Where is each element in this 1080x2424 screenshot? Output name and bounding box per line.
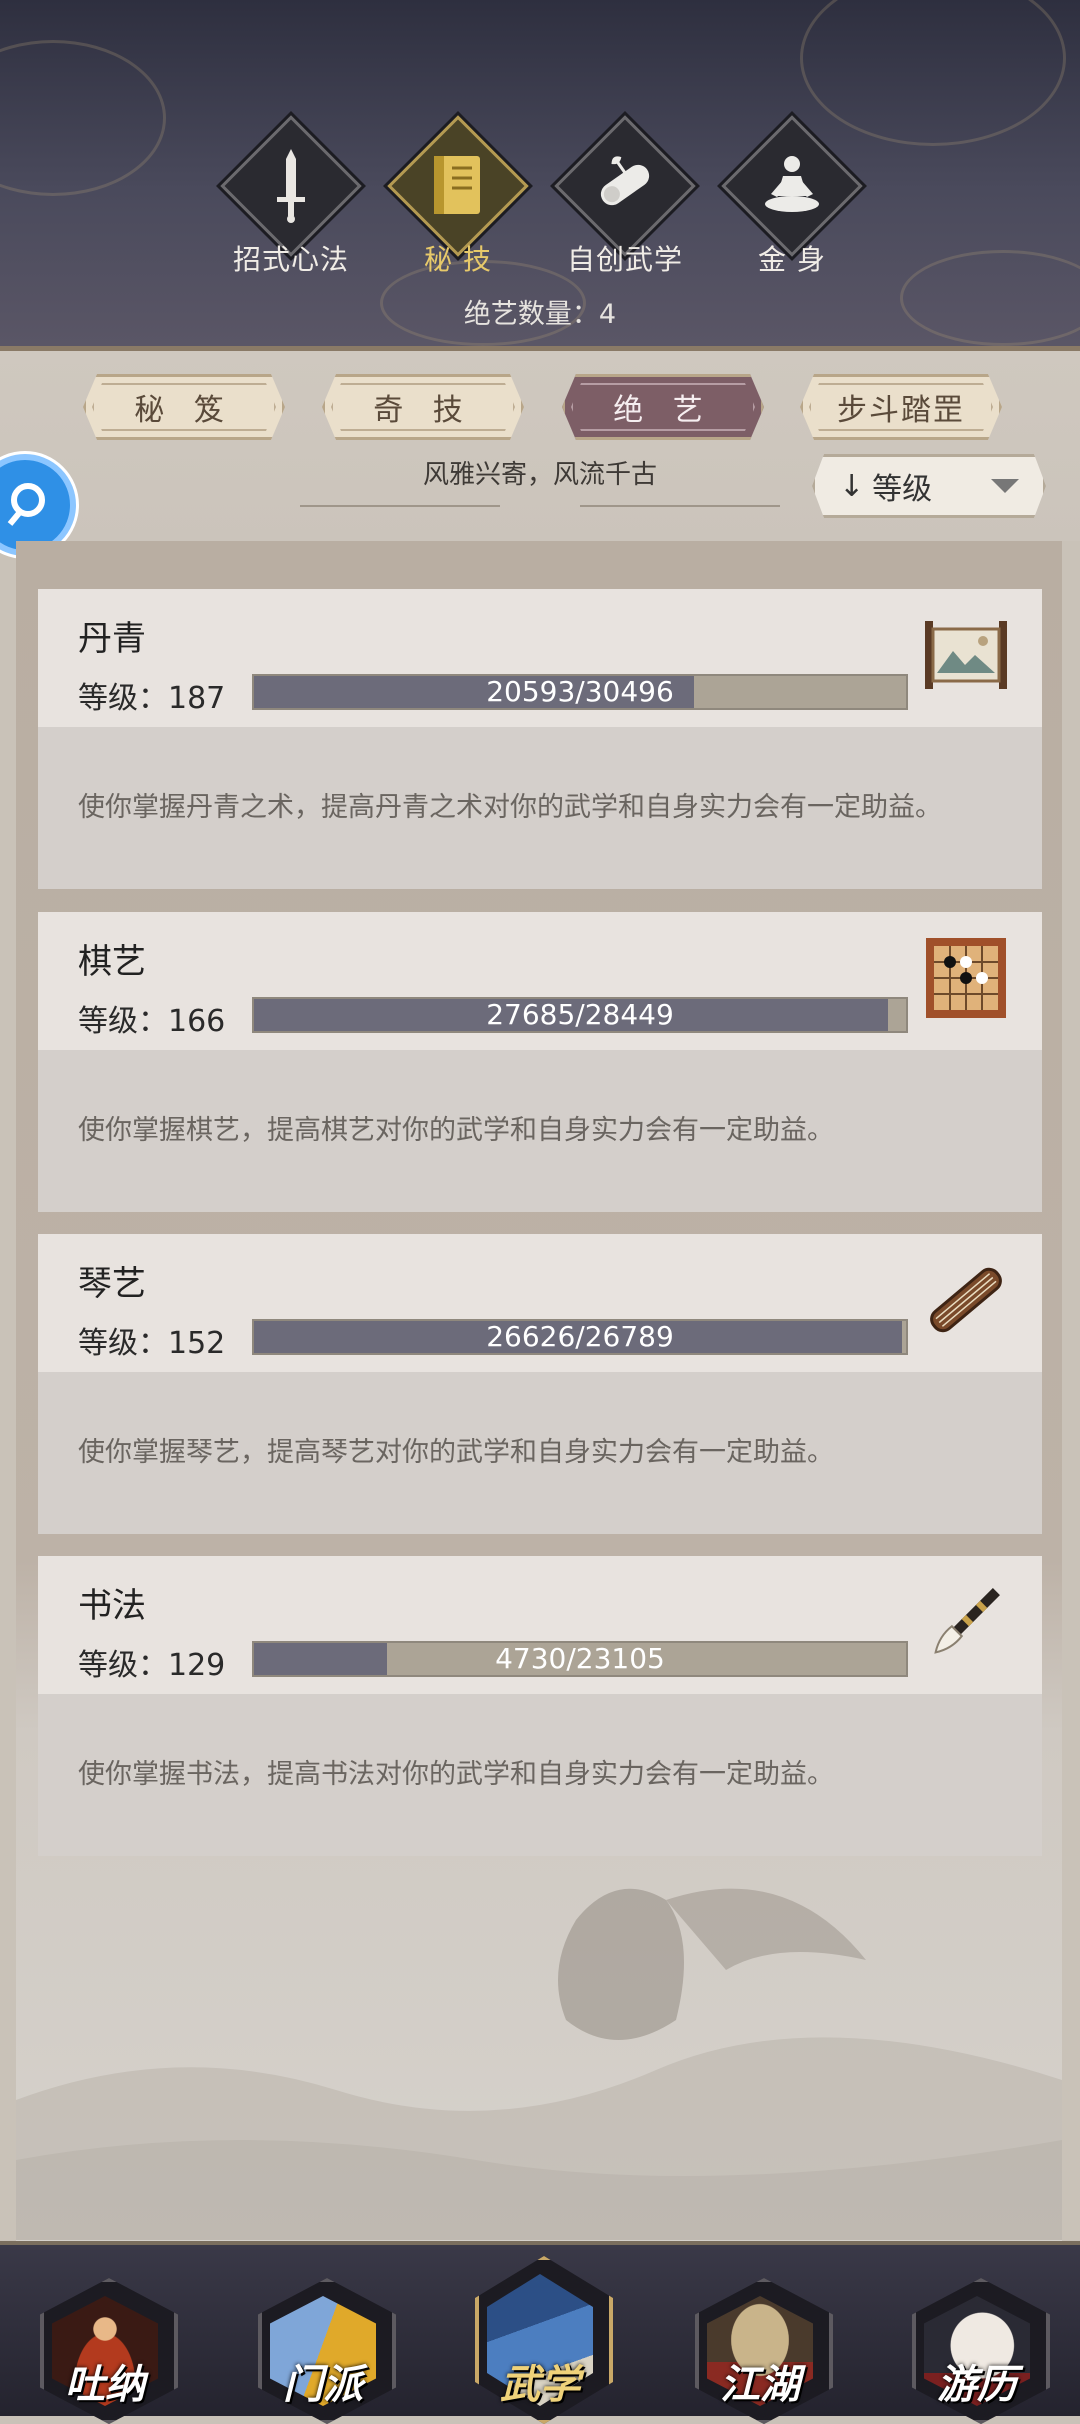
skill-description: 使你掌握丹青之术，提高丹青之术对你的武学和自身实力会有一定助益。 <box>78 792 942 823</box>
guqin-icon <box>920 1254 1012 1346</box>
sort-label: 等级 <box>872 472 933 507</box>
tab-label: 秘 技 <box>424 243 492 276</box>
skill-count: 绝艺数量：4 <box>463 299 617 330</box>
tab-techniques[interactable]: 招式心法 <box>211 115 371 276</box>
subtab-special-skills[interactable]: 奇 技 <box>322 374 524 440</box>
subtab-arts[interactable]: 绝 艺 <box>562 374 764 440</box>
progress-text: 26626/26789 <box>486 1320 674 1353</box>
subtab-manuals[interactable]: 秘 笈 <box>83 374 285 440</box>
skill-description: 使你掌握琴艺，提高琴艺对你的武学和自身实力会有一定助益。 <box>78 1437 834 1468</box>
nav-label: 江湖 <box>720 2361 800 2408</box>
nav-label: 游历 <box>937 2361 1017 2408</box>
sword-icon <box>211 149 371 223</box>
skill-card-shufa[interactable]: 书法 等级：129 4730/23105 使你掌握书法，提高书法对你的武学和自身… <box>38 1556 1042 1856</box>
skill-name: 丹青 <box>78 619 146 659</box>
header: 招式心法 秘 技 自创武学 金 身 绝艺数量：4 <box>0 0 1080 351</box>
nav-menpai[interactable]: 门派 <box>248 2256 398 2424</box>
skill-description: 使你掌握书法，提高书法对你的武学和自身实力会有一定助益。 <box>78 1759 834 1790</box>
tab-self-created[interactable]: 自创武学 <box>545 115 705 276</box>
tab-label: 招式心法 <box>232 243 349 276</box>
progress-text: 20593/30496 <box>486 675 674 708</box>
search-icon <box>7 483 45 526</box>
tab-golden-body[interactable]: 金 身 <box>712 115 872 276</box>
nav-label: 门派 <box>283 2361 363 2408</box>
progress-text: 4730/23105 <box>495 1642 665 1675</box>
sort-dropdown[interactable]: ↓ 等级 <box>812 454 1046 518</box>
skill-description: 使你掌握棋艺，提高棋艺对你的武学和自身实力会有一定助益。 <box>78 1115 834 1146</box>
nav-jianghu[interactable]: 江湖 <box>685 2256 835 2424</box>
chevron-down-icon <box>991 479 1019 493</box>
bottom-navigation: 吐纳 门派 武学 江湖 游历 <box>0 2241 1080 2424</box>
skill-card-qinyi[interactable]: 琴艺 等级：152 26626/26789 使你掌握琴艺，提高琴艺对你的武学和自… <box>38 1234 1042 1534</box>
skill-card-danqing[interactable]: 丹青 等级：187 20593/30496 使你掌握丹青之术，提高丹青之术对你的… <box>38 589 1042 889</box>
progress-bar: 20593/30496 <box>252 674 908 710</box>
meditation-icon <box>712 150 872 220</box>
progress-bar: 4730/23105 <box>252 1641 908 1677</box>
skill-name: 琴艺 <box>78 1264 146 1304</box>
skill-level: 等级：166 <box>78 1004 226 1039</box>
subtab-bu-dou-ta-gang[interactable]: 步斗踏罡 <box>800 374 1002 440</box>
nav-wuxue[interactable]: 武学 <box>465 2256 615 2424</box>
tab-secret-skills[interactable]: 秘 技 <box>378 115 538 276</box>
divider <box>580 505 780 507</box>
skill-card-qiyi[interactable]: 棋艺 等级：166 27685/28449 使你掌握棋艺，提高棋艺对你的武学和自… <box>38 912 1042 1212</box>
nav-youli[interactable]: 游历 <box>902 2256 1052 2424</box>
skill-name: 棋艺 <box>78 942 146 982</box>
skill-level: 等级：152 <box>78 1326 226 1361</box>
tab-label: 自创武学 <box>566 243 683 276</box>
go-board-icon <box>920 932 1012 1024</box>
painting-scroll-icon <box>920 609 1012 701</box>
skill-level: 等级：129 <box>78 1648 226 1683</box>
ink-landscape-background <box>16 1888 1062 2240</box>
nav-label: 武学 <box>500 2361 580 2408</box>
nav-label: 吐纳 <box>65 2361 145 2408</box>
scroll-book-icon <box>378 150 538 220</box>
skill-name: 书法 <box>78 1586 146 1626</box>
progress-bar: 27685/28449 <box>252 997 908 1033</box>
nav-tuna[interactable]: 吐纳 <box>30 2256 180 2424</box>
skill-level: 等级：187 <box>78 681 226 716</box>
tab-label: 金 身 <box>758 243 826 276</box>
brush-icon <box>920 1576 1012 1668</box>
scroll-roll-icon <box>545 150 705 220</box>
progress-text: 27685/28449 <box>486 998 674 1031</box>
down-arrow-icon: ↓ <box>839 468 865 504</box>
progress-bar: 26626/26789 <box>252 1319 908 1355</box>
divider <box>300 505 500 507</box>
